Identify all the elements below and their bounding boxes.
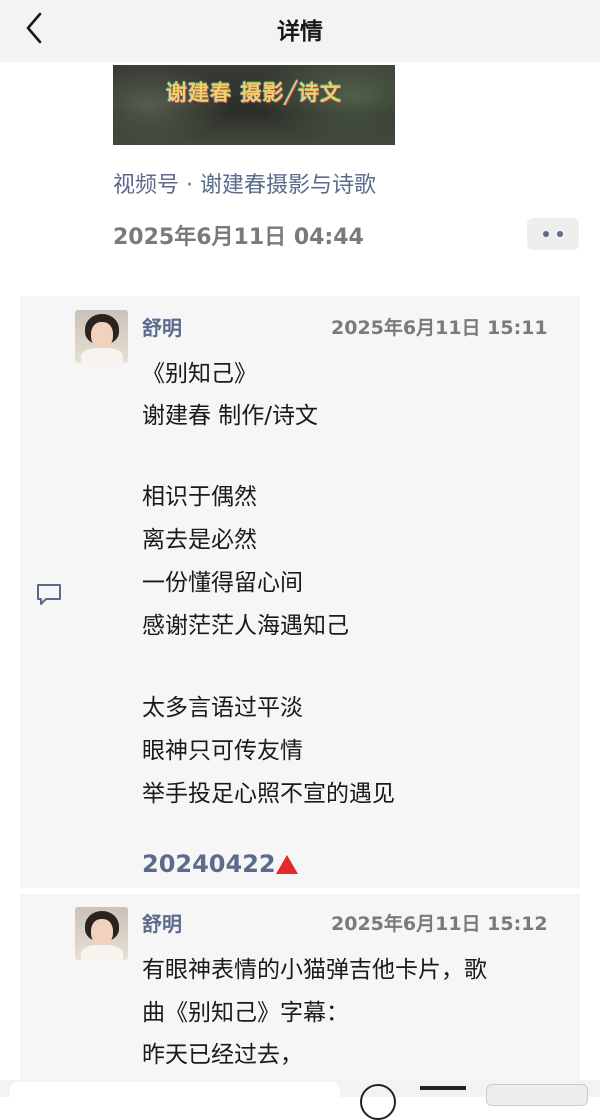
comment-line: 昨天已经过去，	[142, 1042, 303, 1068]
comment-line: 《别知己》	[142, 361, 257, 387]
comment-line: 举手投足心照不宣的遇见	[142, 781, 395, 807]
page-title: 详情	[277, 19, 323, 45]
comment-line: 离去是必然	[142, 527, 257, 553]
comment-input[interactable]	[10, 1082, 340, 1102]
comment-line: 曲《别知己》字幕：	[142, 1000, 349, 1026]
comment-line: 眼神只可传友情	[142, 738, 303, 764]
comment-line: 一份懂得留心间	[142, 570, 303, 596]
comment-line: 感谢茫茫人海遇知己	[142, 613, 349, 639]
red-triangle-icon	[276, 855, 298, 874]
comment-timestamp: 2025年6月11日 15:11	[331, 317, 548, 339]
more-button[interactable]	[527, 218, 579, 250]
comment-divider	[20, 888, 580, 894]
post-timestamp: 2025年6月11日 04:44	[113, 225, 364, 250]
comment-timestamp: 2025年6月11日 15:12	[331, 913, 548, 935]
keyboard-icon[interactable]	[420, 1086, 466, 1090]
send-button[interactable]	[486, 1084, 588, 1106]
emoji-icon[interactable]	[360, 1084, 396, 1120]
avatar[interactable]	[75, 310, 128, 363]
comment-line: 有眼神表情的小猫弹吉他卡片，歌	[142, 957, 487, 983]
comment-date-tag: 20240422	[142, 850, 276, 878]
comment-line: 太多言语过平淡	[142, 695, 303, 721]
bottom-toolbar	[0, 1080, 600, 1120]
nav-bar: 详情	[0, 0, 600, 62]
comment-icon	[35, 582, 63, 608]
avatar[interactable]	[75, 907, 128, 960]
comment-line: 相识于偶然	[142, 484, 257, 510]
comment-author[interactable]: 舒明	[142, 312, 182, 341]
video-thumbnail[interactable]: 谢建春 摄影╱诗文	[113, 65, 395, 145]
channel-link[interactable]: 视频号 · 谢建春摄影与诗歌	[113, 167, 376, 199]
thumbnail-caption: 谢建春 摄影╱诗文	[166, 81, 342, 105]
more-dots-icon	[543, 231, 549, 237]
comment-author[interactable]: 舒明	[142, 908, 182, 937]
comment-line: 谢建春 制作/诗文	[142, 403, 319, 429]
